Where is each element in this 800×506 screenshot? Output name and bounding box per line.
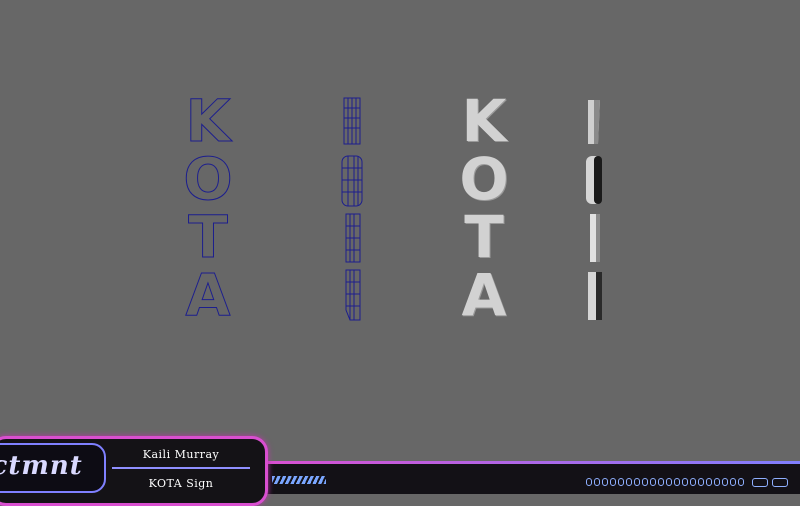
3d-viewport[interactable]: K O T A K O T A [0,0,800,436]
logo: ectmnt [0,443,106,493]
project-title: KOTA Sign [148,477,214,490]
logo-text: ectmnt [0,451,83,481]
shaded-side-t-edge [596,214,600,262]
letter-k: K [461,87,507,155]
letter-k: K [185,87,231,155]
indicator-button-2 [772,478,788,487]
dot-indicator [586,478,744,486]
progress-ticks [272,476,326,484]
letter-a: A [461,261,507,329]
artist-name: Kaili Murray [142,448,220,461]
wire-side-a [345,269,361,321]
shaded-side-model [586,100,602,320]
shaded-side-a-edge [596,272,602,320]
indicator-button-1 [752,478,768,487]
letter-o: O [459,145,509,213]
wire-side-t-grid [346,214,360,262]
name-info: Kaili Murray KOTA Sign [112,442,250,494]
wire-side-o [341,155,363,207]
letter-t: T [464,203,504,271]
letter-o: O [183,145,233,213]
wireframe-side-model [341,97,363,321]
letter-a: A [185,261,231,329]
wire-side-k-grid [344,98,360,144]
shaded-side-k-edge [594,100,600,144]
letter-t: T [188,203,229,271]
wire-side-a-grid [346,270,360,320]
shaded-side-o-edge [594,156,602,204]
wire-side-o-grid [342,156,362,206]
divider [112,467,250,469]
